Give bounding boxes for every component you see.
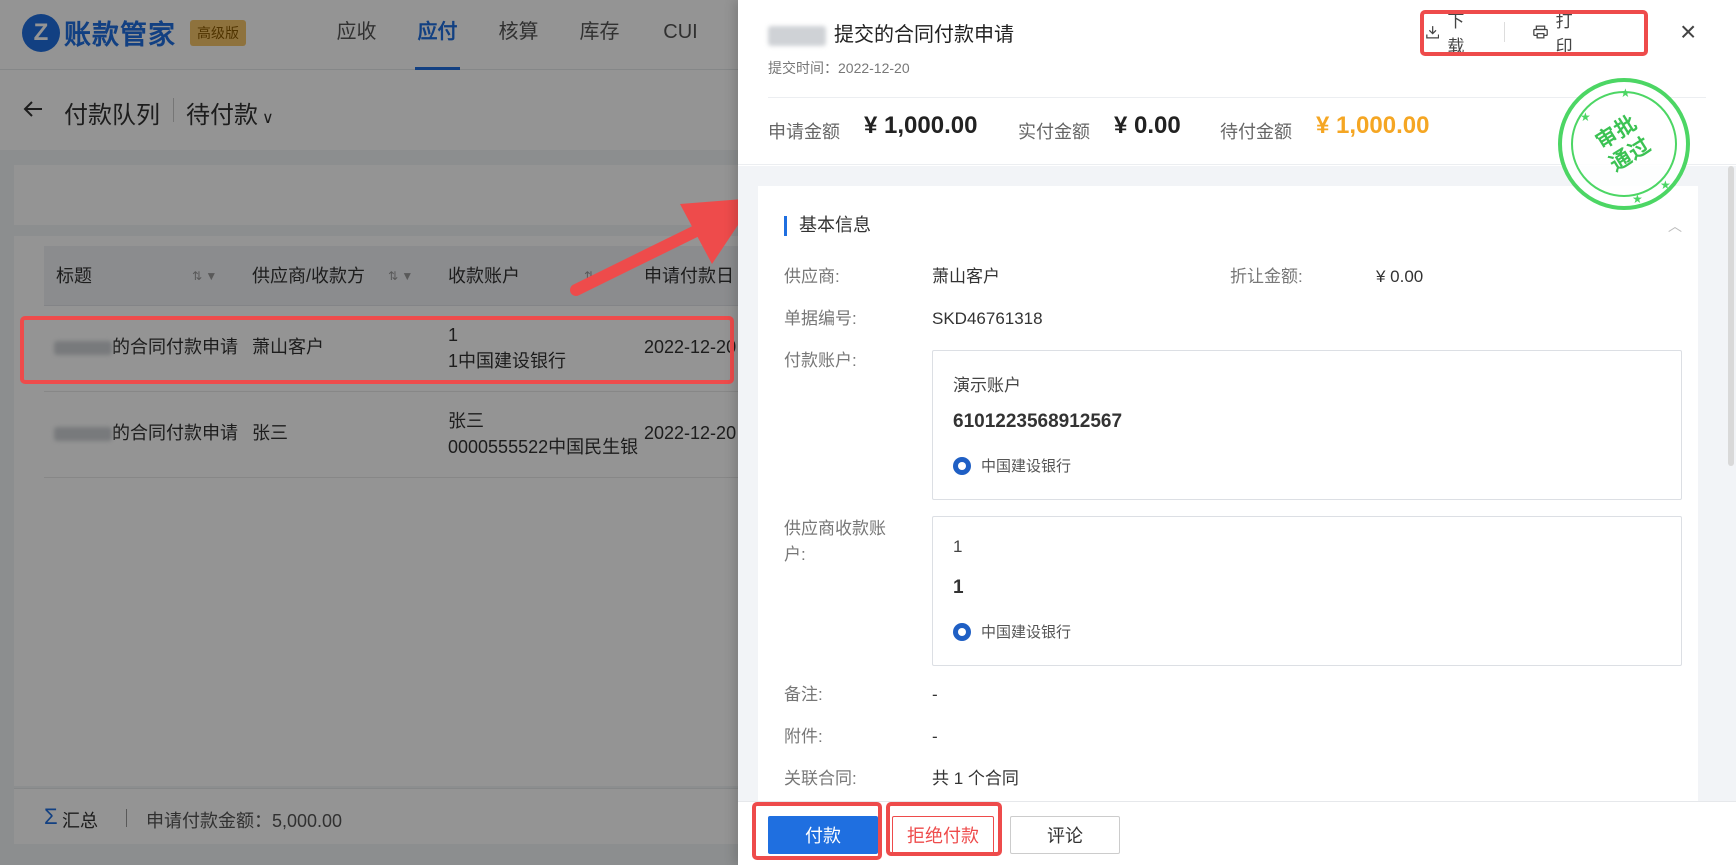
pending-amount-label: 待付金额 (1220, 122, 1292, 142)
discount-label: 折让金额: (1230, 267, 1303, 286)
remark-value: - (932, 685, 938, 704)
attachment-label: 附件: (784, 727, 823, 746)
recv-account-bank: 中国建设银行 (953, 621, 1071, 642)
actions-highlight-annotation (1420, 10, 1648, 56)
close-icon[interactable]: × (1680, 18, 1696, 46)
attachment-value: - (932, 727, 938, 746)
drawer-scrollbar[interactable] (1728, 166, 1734, 466)
pay-highlight-annotation (752, 802, 882, 860)
approval-stamp: ★ ★ ★ ★ 审批 通过 (1558, 78, 1690, 210)
paid-amount-value: ¥ 0.00 (1114, 112, 1181, 139)
ccb-bank-icon (953, 456, 971, 475)
applied-amount-value: ¥ 1,000.00 (864, 112, 978, 139)
supplier-label: 供应商: (784, 267, 840, 286)
remark-label: 备注: (784, 685, 823, 704)
star-icon: ★ (1580, 110, 1591, 124)
contract-label: 关联合同: (784, 769, 857, 788)
arrow-annotation-icon (570, 198, 756, 296)
reject-highlight-annotation (886, 802, 1002, 856)
pay-account-label: 付款账户: (784, 351, 857, 370)
row-highlight-annotation (20, 316, 734, 384)
payment-detail-drawer: 提交的合同付款申请 提交时间：2022-12-20 下载 打印 × 申请金额 ¥… (738, 0, 1736, 865)
comment-button[interactable]: 评论 (1010, 816, 1120, 854)
discount-value: ¥ 0.00 (1376, 267, 1424, 286)
supplier-value: 萧山客户 (932, 267, 1000, 286)
star-icon: ★ (1660, 178, 1671, 192)
section-title: 基本信息 (784, 216, 871, 236)
recv-account-card: 1 1 中国建设银行 (932, 516, 1682, 666)
modal-overlay[interactable] (0, 0, 738, 865)
applied-amount-label: 申请金额 (768, 122, 840, 142)
ccb-bank-icon (953, 622, 971, 641)
pending-amount-value: ¥ 1,000.00 (1316, 112, 1430, 139)
star-icon: ★ (1632, 192, 1643, 206)
doc-no-label: 单据编号: (784, 309, 857, 328)
recv-account-name: 1 (953, 537, 963, 556)
basic-info-section: 基本信息 ︿ 供应商: 萧山客户 折让金额: ¥ 0.00 单据编号: SKD4… (758, 186, 1698, 801)
drawer-body[interactable]: 基本信息 ︿ 供应商: 萧山客户 折让金额: ¥ 0.00 单据编号: SKD4… (738, 166, 1736, 801)
redacted-text (768, 25, 826, 46)
pay-account-number: 6101223568912567 (953, 411, 1123, 432)
drawer-title: 提交的合同付款申请 (768, 18, 1014, 47)
header-divider (768, 97, 1706, 98)
pay-account-bank: 中国建设银行 (953, 455, 1071, 476)
star-icon: ★ (1620, 86, 1631, 100)
chevron-up-icon[interactable]: ︿ (1668, 216, 1682, 236)
paid-amount-label: 实付金额 (1018, 122, 1090, 142)
contract-value[interactable]: 共 1 个合同 (932, 766, 1019, 792)
stamp-text: 审批 通过 (1592, 111, 1656, 177)
doc-no-value: SKD46761318 (932, 309, 1043, 328)
pay-account-card: 演示账户 6101223568912567 中国建设银行 (932, 350, 1682, 500)
submit-time: 提交时间：2022-12-20 (768, 60, 910, 76)
pay-account-name: 演示账户 (953, 376, 1021, 395)
recv-account-label: 供应商收款账 户: (784, 519, 886, 564)
recv-account-number: 1 (953, 577, 964, 598)
